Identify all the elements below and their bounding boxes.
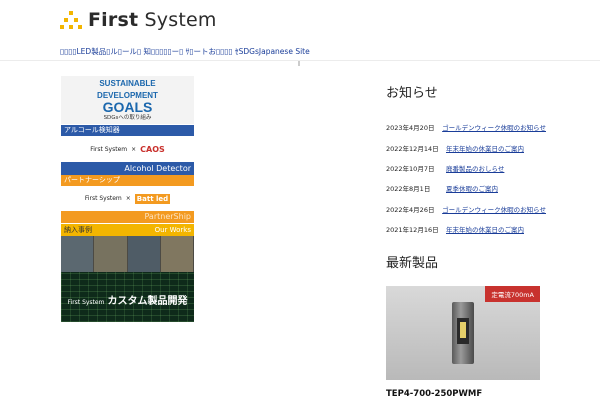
led-driver-device-icon [452, 302, 474, 364]
works-banner-header: 納入事例 Our Works [61, 224, 194, 236]
sdg-subtitle: SDGsへの取り組み [103, 115, 152, 121]
sdg-banner[interactable]: SUSTAINABLE DEVELOPMENT GOALS SDGsへの取り組み [61, 76, 194, 124]
logo-dots-icon [60, 9, 82, 31]
scroll-handle[interactable] [298, 61, 300, 66]
alcohol-cross: × [131, 145, 137, 153]
header-divider [0, 60, 600, 61]
alcohol-detector-banner[interactable]: アルコール検知器 First System × CAOS Alcohol Det… [61, 125, 194, 175]
global-nav[interactable]: ▯▯▯▯LED製品▯ル▯ール▯ 知▯▯▯▯▯ー▯ ｻ▯ートお▯▯▯▯ ｾSDGs… [60, 46, 310, 57]
news-date: 2021年12月16日 [386, 226, 439, 235]
alcohol-banner-partners: First System × CAOS [61, 136, 194, 162]
sdg-goals: GOALS [102, 99, 153, 115]
partner-a: First System [84, 195, 122, 202]
news-link[interactable]: 廃番製品のおしらせ [446, 163, 504, 173]
news-link[interactable]: ゴールデンウィーク休暇のお知らせ [442, 204, 546, 214]
custom-product-banner[interactable]: First System カスタム製品開発 [61, 272, 194, 322]
custom-brand: First System [67, 299, 105, 306]
product-name[interactable]: TEP4-700-250PWMF [386, 389, 482, 399]
works-title: 納入事例 [64, 226, 92, 234]
sdg-line1: SUSTAINABLE [99, 79, 156, 88]
partnership-banner[interactable]: パートナーシップ First System × Batt led Partner… [61, 175, 194, 223]
alcohol-partner-a: First System [90, 145, 128, 153]
news-link[interactable]: ゴールデンウィーク休暇のお知らせ [442, 122, 546, 132]
partner-b: Batt led [134, 193, 171, 204]
news-date: 2022年12月14日 [386, 144, 439, 153]
news-link[interactable]: 夏季休暇のご案内 [446, 183, 498, 193]
news-item: 2022年8月1日 夏季休暇のご案内 [386, 178, 546, 198]
product-badge: 定電流700mA [485, 286, 540, 302]
news-date: 2022年8月1日 [386, 185, 431, 194]
partner-banner-footer: PartnerShip [61, 211, 194, 223]
news-item: 2022年4月26日 ゴールデンウィーク休暇のお知らせ [386, 199, 546, 219]
alcohol-banner-header: アルコール検知器 [61, 125, 194, 136]
product-image[interactable]: 定電流700mA [386, 286, 540, 380]
news-item: 2023年4月20日 ゴールデンウィーク休暇のお知らせ [386, 117, 546, 137]
alcohol-partner-b: CAOS [140, 144, 165, 154]
news-item: 2022年12月14日 年末年始の休業日のご案内 [386, 137, 546, 157]
news-list: 2023年4月20日 ゴールデンウィーク休暇のお知らせ 2022年12月14日 年末… [386, 117, 546, 239]
products-heading: 最新製品 [386, 256, 439, 271]
works-photos [61, 236, 194, 272]
site-logo[interactable]: First System [60, 8, 217, 32]
news-link[interactable]: 年末年始の休業日のご案内 [446, 224, 524, 234]
custom-banner-text: First System カスタム製品開発 [61, 292, 194, 307]
news-date: 2023年4月20日 [386, 124, 435, 133]
news-heading: お知らせ [386, 86, 438, 101]
partner-cross: × [125, 195, 131, 202]
our-works-banner[interactable]: 納入事例 Our Works [61, 224, 194, 272]
news-date: 2022年4月26日 [386, 205, 435, 214]
logo-text: First System [88, 9, 217, 31]
global-nav-links[interactable]: ▯▯▯▯LED製品▯ル▯ール▯ 知▯▯▯▯▯ー▯ ｻ▯ートお▯▯▯▯ ｾSDGs… [60, 47, 310, 56]
partner-banner-partners: First System × Batt led [61, 186, 194, 211]
partner-banner-header: パートナーシップ [61, 175, 194, 186]
alcohol-banner-footer: Alcohol Detector [61, 162, 194, 175]
news-date: 2022年10月7日 [386, 164, 435, 173]
news-item: 2021年12月16日 年末年始の休業日のご案内 [386, 219, 546, 239]
news-link[interactable]: 年末年始の休業日のご案内 [446, 143, 524, 153]
custom-label: カスタム製品開発 [107, 296, 188, 307]
news-item: 2022年10月7日 廃番製品のおしらせ [386, 158, 546, 178]
works-title-en: Our Works [154, 226, 191, 234]
